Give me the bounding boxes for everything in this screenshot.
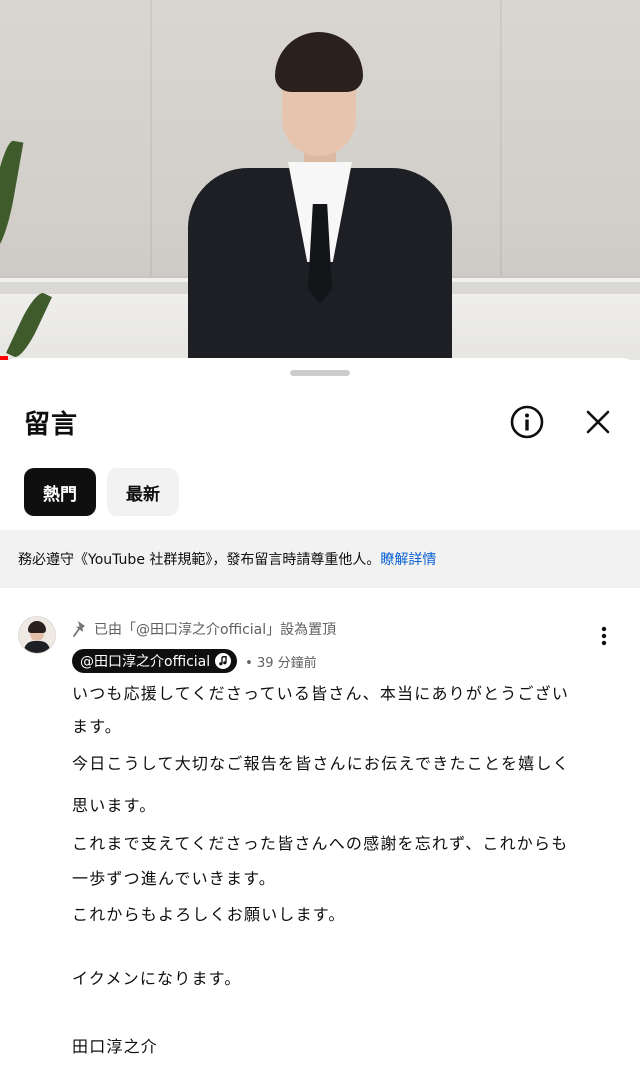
community-guidelines-notice: 務必遵守《YouTube 社群規範》，發布留言時請尊重他人。 瞭解詳情 <box>0 530 640 588</box>
info-button[interactable] <box>505 400 549 444</box>
pinned-label: 已由「@田口淳之介official」設為置頂 <box>94 622 337 638</box>
comments-sheet: 留言 熱門 最新 務必遵守《YouTube 社群規範》，發布留言時請尊重他人。瞭… <box>0 358 640 1078</box>
pinned-indicator: 已由「@田口淳之介official」設為置頂 <box>72 618 336 640</box>
video-player[interactable] <box>0 0 640 360</box>
close-button[interactable] <box>576 400 620 444</box>
learn-more-link[interactable]: 瞭解詳情 <box>380 549 436 569</box>
comment-text-line: 思います。 <box>72 796 157 815</box>
avatar-body <box>24 641 50 653</box>
comment-text-line: ます。 <box>72 717 123 736</box>
comment-text-line: これまで支えてくださった皆さんへの感謝を忘れず、これからも <box>72 834 569 853</box>
comment-text-line: イクメンになります。 <box>72 969 242 988</box>
comment-text-line: 一歩ずつ進んでいきます。 <box>72 869 277 888</box>
comment-text-line: 田口淳之介 <box>72 1037 159 1056</box>
comment-time: • 39 分鐘前 <box>245 655 317 671</box>
avatar[interactable] <box>18 616 56 654</box>
video-progress-bar[interactable] <box>0 356 8 360</box>
chip-newest[interactable]: 最新 <box>107 468 179 516</box>
comment-options-button[interactable] <box>590 622 618 650</box>
more-vertical-icon <box>601 626 607 646</box>
music-note-icon <box>215 653 232 669</box>
drag-handle[interactable] <box>290 370 350 376</box>
comments-title: 留言 <box>24 410 79 440</box>
chip-top[interactable]: 熱門 <box>24 468 96 516</box>
info-icon <box>510 405 544 439</box>
hair <box>275 32 363 92</box>
wall-seam <box>150 0 152 280</box>
author-name: @田口淳之介official <box>80 654 211 670</box>
author-badge[interactable]: @田口淳之介official <box>72 649 238 673</box>
comment-text-line: いつも応援してくださっている皆さん、本当にありがとうござい <box>72 684 570 703</box>
wall-seam <box>500 0 502 280</box>
close-icon <box>586 410 610 434</box>
notice-text: 務必遵守《YouTube 社群規範》，發布留言時請尊重他人。 <box>18 552 381 568</box>
avatar-hair <box>28 621 46 633</box>
pin-icon <box>73 621 85 637</box>
video-presenter <box>180 0 460 360</box>
comment-text-line: これからもよろしくお願いします。 <box>72 905 346 924</box>
comment-header: @田口淳之介official • 39 分鐘前 <box>72 649 317 673</box>
comment-text-line: 今日こうして大切なご報告を皆さんにお伝えできたことを嬉しく <box>72 754 570 773</box>
plant-leaf <box>0 139 24 251</box>
